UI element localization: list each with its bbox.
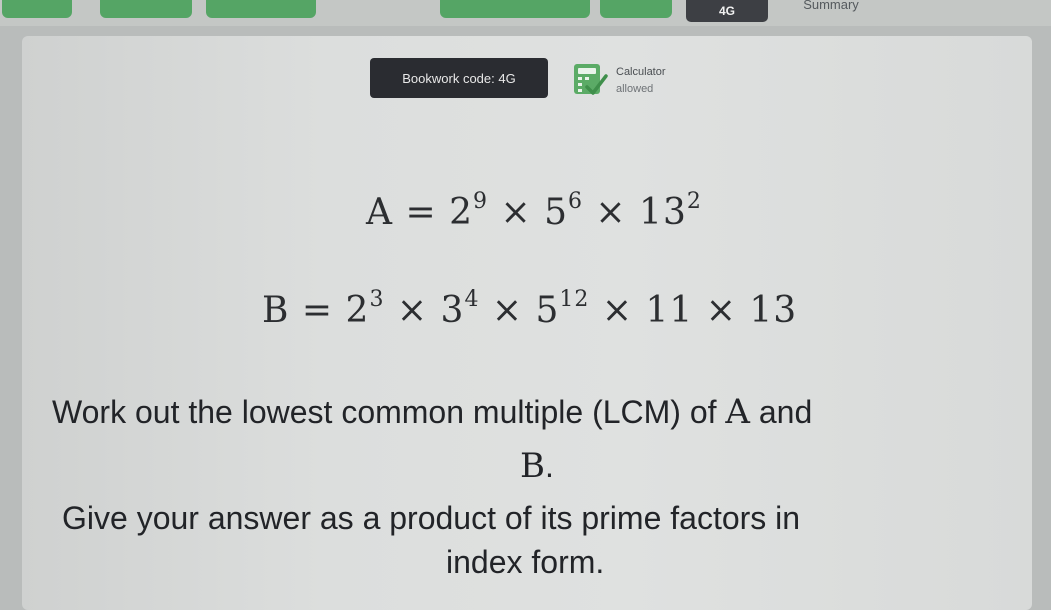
instruction-var-b: B bbox=[520, 446, 545, 486]
eq-b-lhs: B bbox=[262, 290, 290, 331]
eq-b-term-1: 23 bbox=[345, 287, 385, 331]
calculator-icon bbox=[574, 64, 608, 95]
times-sign: × bbox=[601, 290, 634, 331]
equation-b: B = 23 × 34 × 512 × 11 × 13 bbox=[262, 287, 798, 331]
times-sign: × bbox=[500, 192, 532, 233]
answer-instruction-line-1: Give your answer as a product of its pri… bbox=[62, 500, 801, 536]
times-sign: × bbox=[705, 290, 737, 331]
eq-a-equals: = bbox=[405, 192, 437, 233]
nav-tab-1[interactable] bbox=[2, 0, 72, 18]
nav-tab-5[interactable] bbox=[600, 0, 672, 18]
calculator-label: Calculator bbox=[616, 66, 666, 78]
progress-nav-bar: 4G Summary bbox=[0, 0, 1051, 26]
nav-tab-3[interactable] bbox=[206, 0, 316, 18]
nav-tab-2[interactable] bbox=[100, 0, 192, 18]
times-sign: × bbox=[595, 192, 627, 233]
nav-tab-summary[interactable]: Summary bbox=[786, 0, 876, 12]
instruction-line-2: B. bbox=[520, 446, 554, 486]
nav-tab-4[interactable] bbox=[440, 0, 590, 18]
times-sign: × bbox=[396, 290, 429, 331]
equation-a: A = 29 × 56 × 132 bbox=[366, 189, 702, 233]
times-sign: × bbox=[491, 290, 524, 331]
eq-b-term-2: 34 bbox=[440, 287, 480, 331]
instruction-var-a: A bbox=[725, 392, 750, 432]
calculator-allowed-label: allowed bbox=[616, 83, 654, 95]
eq-a-term-3: 132 bbox=[639, 189, 702, 233]
nav-tab-current[interactable]: 4G bbox=[686, 0, 768, 22]
eq-a-lhs: A bbox=[366, 192, 393, 233]
calculator-status: Calculator allowed bbox=[616, 64, 666, 98]
eq-b-term-4: 11 bbox=[645, 290, 694, 331]
bookwork-code-badge: Bookwork code: 4G bbox=[370, 58, 548, 98]
eq-b-term-3: 512 bbox=[535, 287, 590, 331]
answer-instruction-line-2: index form. bbox=[446, 544, 605, 580]
eq-a-term-2: 56 bbox=[544, 189, 583, 233]
eq-a-term-1: 29 bbox=[449, 189, 488, 233]
instruction-line-1: Work out the lowest common multiple (LCM… bbox=[52, 392, 813, 432]
eq-b-term-5: 13 bbox=[749, 290, 798, 331]
eq-b-equals: = bbox=[301, 290, 334, 331]
